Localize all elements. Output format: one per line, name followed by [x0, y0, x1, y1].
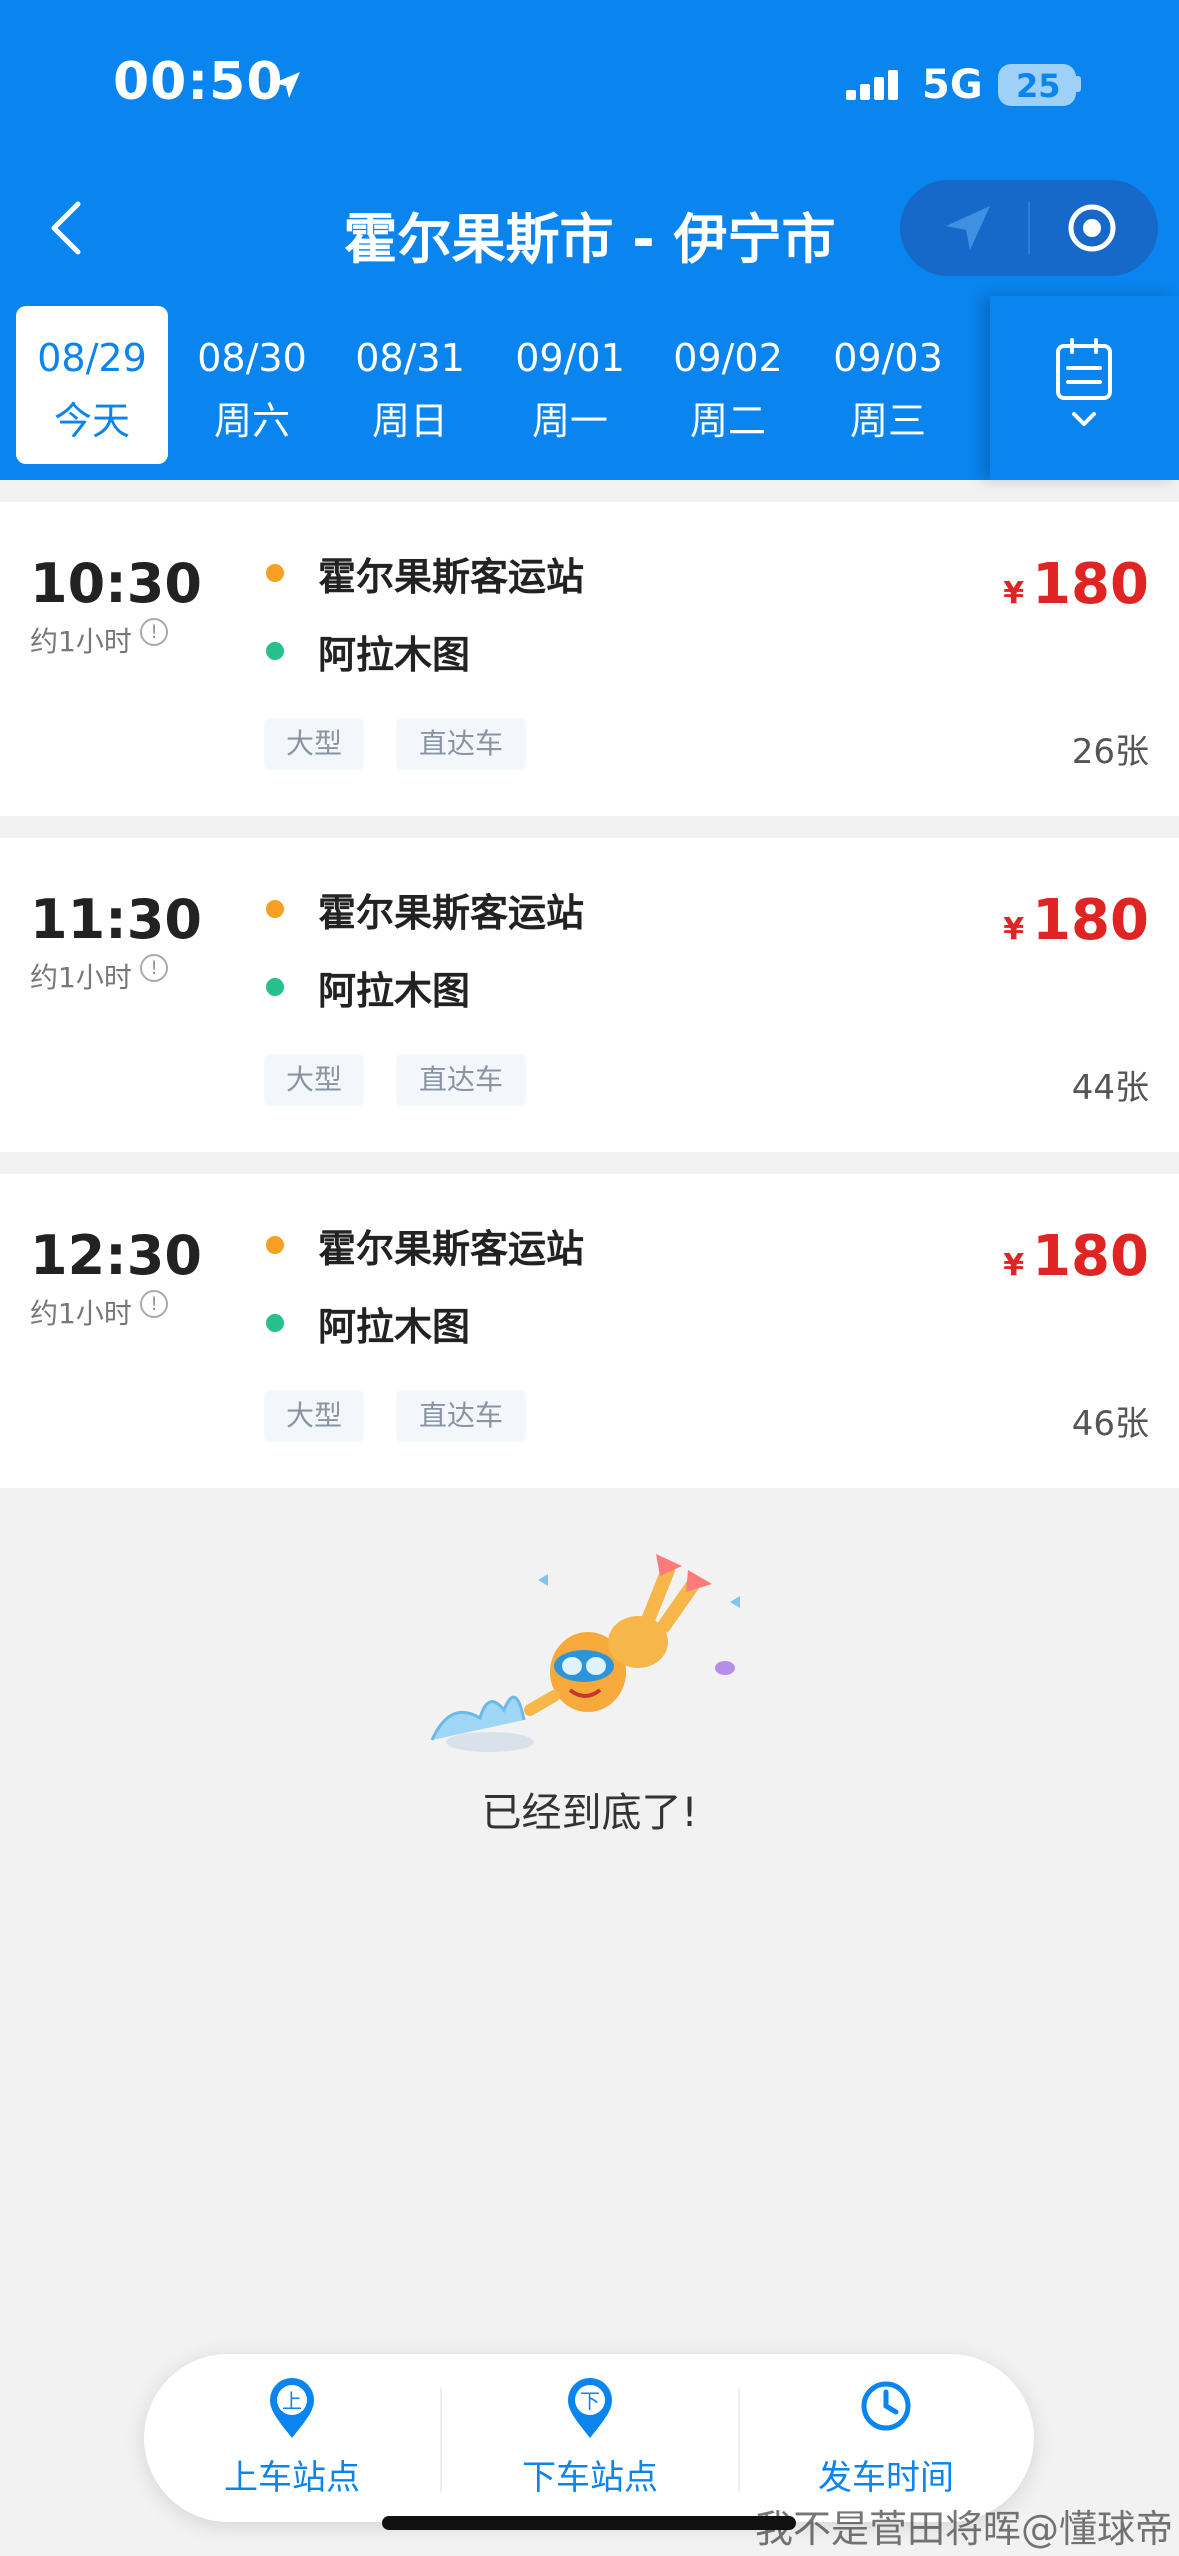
seats-left: 46张	[1071, 1404, 1149, 1444]
date-label: 08/30	[197, 336, 307, 380]
destination-station: 阿拉木图	[318, 1305, 471, 1349]
date-label: 09/01	[515, 336, 625, 380]
info-icon[interactable]: !	[140, 1290, 168, 1318]
date-tab[interactable]: 09/03 周三	[812, 306, 964, 464]
network-type: 5G	[922, 62, 983, 108]
price: ¥180	[1003, 888, 1149, 953]
battery-tip	[1076, 76, 1081, 92]
info-icon[interactable]: !	[140, 618, 168, 646]
route-type-tag: 直达车	[396, 718, 526, 770]
header: 00:50 5G 25 霍尔果斯市 - 伊宁市 08/29 今天 08/30 周…	[0, 0, 1179, 480]
weekday-label: 周日	[371, 399, 448, 443]
destination-dot	[266, 978, 284, 996]
clock-icon	[861, 2381, 911, 2431]
calendar-button[interactable]	[990, 296, 1179, 480]
trip-card[interactable]: 10:30 约1小时 ! 霍尔果斯客运站 阿拉木图 大型 直达车 ¥180 26…	[0, 502, 1179, 816]
price-value: 180	[1032, 552, 1149, 617]
departure-time: 10:30	[30, 552, 202, 615]
destination-dot	[266, 642, 284, 660]
boarding-pin-glyph: 上	[282, 2389, 302, 2413]
departure-time-filter[interactable]: 发车时间	[738, 2354, 1034, 2522]
weekday-label: 今天	[53, 399, 130, 443]
alighting-station-filter[interactable]: 下 下车站点	[442, 2354, 738, 2522]
trip-card[interactable]: 12:30 约1小时 ! 霍尔果斯客运站 阿拉木图 大型 直达车 ¥180 46…	[0, 1174, 1179, 1488]
boarding-pin-icon: 上	[270, 2378, 314, 2438]
price-value: 180	[1032, 888, 1149, 953]
watermark: 我不是菅田将晖@懂球帝	[754, 2507, 1173, 2551]
origin-station: 霍尔果斯客运站	[318, 555, 585, 599]
alighting-pin-glyph: 下	[580, 2389, 600, 2413]
destination-station: 阿拉木图	[318, 969, 471, 1013]
pill-divider	[1028, 202, 1030, 254]
bus-size-tag: 大型	[264, 1390, 364, 1442]
duration: 约1小时	[30, 961, 132, 994]
destination-station: 阿拉木图	[318, 633, 471, 677]
home-indicator[interactable]	[382, 2516, 796, 2530]
signal-icon	[846, 70, 898, 100]
date-tabs: 08/29 今天 08/30 周六 08/31 周日 09/01 周一 09/0…	[0, 306, 990, 472]
share-location-icon[interactable]	[942, 202, 994, 254]
route-type-tag: 直达车	[396, 1054, 526, 1106]
date-label: 08/29	[37, 336, 147, 380]
nav-pill	[900, 180, 1158, 276]
bus-size-tag: 大型	[264, 718, 364, 770]
date-tab[interactable]: 09/01 周一	[494, 306, 646, 464]
date-label: 09/03	[833, 336, 943, 380]
date-tab[interactable]: 09/02 周二	[652, 306, 804, 464]
date-tab[interactable]: 08/30 周六	[176, 306, 328, 464]
bus-size-tag: 大型	[264, 1054, 364, 1106]
seats-left: 44张	[1071, 1068, 1149, 1108]
origin-station: 霍尔果斯客运站	[318, 1227, 585, 1271]
origin-dot	[266, 564, 284, 582]
location-arrow-icon	[274, 72, 300, 98]
departure-time: 12:30	[30, 1224, 202, 1287]
price-value: 180	[1032, 1224, 1149, 1289]
weekday-label: 周一	[531, 399, 608, 443]
filter-label: 上车站点	[224, 2458, 360, 2498]
duration: 约1小时	[30, 625, 132, 658]
status-time: 00:50	[113, 52, 284, 112]
origin-dot	[266, 1236, 284, 1254]
filter-label: 下车站点	[522, 2458, 658, 2498]
currency-symbol: ¥	[1003, 912, 1025, 947]
route-type-tag: 直达车	[396, 1390, 526, 1442]
price: ¥180	[1003, 1224, 1149, 1289]
origin-dot	[266, 900, 284, 918]
end-of-list-message: 已经到底了!	[481, 1790, 698, 1836]
weekday-label: 周二	[689, 399, 766, 443]
price: ¥180	[1003, 552, 1149, 617]
boarding-station-filter[interactable]: 上 上车站点	[144, 2354, 440, 2522]
trip-card[interactable]: 11:30 约1小时 ! 霍尔果斯客运站 阿拉木图 大型 直达车 ¥180 44…	[0, 838, 1179, 1152]
currency-symbol: ¥	[1003, 576, 1025, 611]
currency-symbol: ¥	[1003, 1248, 1025, 1283]
weekday-label: 周三	[849, 399, 926, 443]
bottom-filter-bar: 上 上车站点 下 下车站点 发车时间	[144, 2354, 1034, 2522]
origin-station: 霍尔果斯客运站	[318, 891, 585, 935]
date-tab[interactable]: 08/31 周日	[334, 306, 486, 464]
seats-left: 26张	[1071, 732, 1149, 772]
duration: 约1小时	[30, 1297, 132, 1330]
target-icon[interactable]	[1066, 202, 1118, 254]
date-label: 08/31	[355, 336, 465, 380]
alighting-pin-icon: 下	[568, 2378, 612, 2438]
weekday-label: 周六	[213, 399, 290, 443]
destination-dot	[266, 1314, 284, 1332]
filter-label: 发车时间	[818, 2458, 954, 2498]
departure-time: 11:30	[30, 888, 202, 951]
battery-level: 25	[1016, 67, 1061, 105]
date-tab[interactable]: 08/29 今天	[16, 306, 168, 464]
date-label: 09/02	[673, 336, 783, 380]
diver-mascot-illustration	[430, 1554, 740, 1752]
battery-icon: 25	[998, 64, 1076, 106]
calendar-icon	[1056, 338, 1112, 426]
info-icon[interactable]: !	[140, 954, 168, 982]
